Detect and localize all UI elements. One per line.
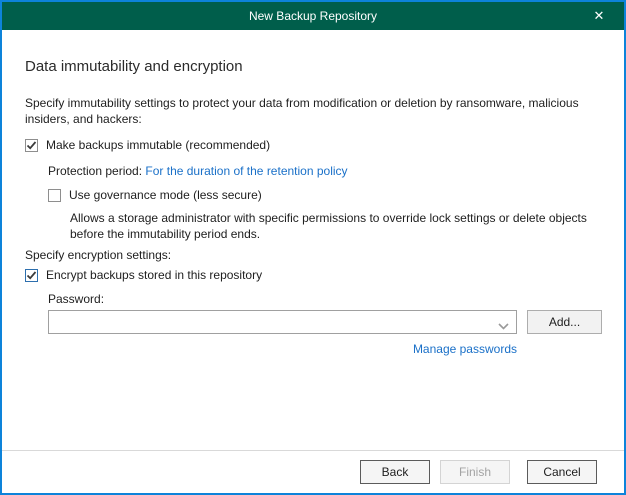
protection-period-row: Protection period: For the duration of t… xyxy=(48,164,348,178)
encrypt-backups-checkbox-row: Encrypt backups stored in this repositor… xyxy=(25,268,262,282)
password-combobox[interactable] xyxy=(48,310,517,334)
encrypt-backups-checkbox[interactable] xyxy=(25,269,38,282)
window-title: New Backup Repository xyxy=(249,9,377,23)
make-backups-immutable-checkbox-row: Make backups immutable (recommended) xyxy=(25,138,270,152)
password-row: Add... xyxy=(48,310,602,334)
immutability-intro-text: Specify immutability settings to protect… xyxy=(25,95,607,127)
checkmark-icon xyxy=(26,270,37,281)
close-button[interactable]: ✕ xyxy=(582,2,616,30)
back-button[interactable]: Back xyxy=(360,460,430,484)
title-bar: New Backup Repository ✕ xyxy=(2,2,624,30)
governance-description: Allows a storage administrator with spec… xyxy=(70,210,604,242)
encryption-section-label: Specify encryption settings: xyxy=(25,248,171,262)
cancel-button[interactable]: Cancel xyxy=(527,460,597,484)
protection-period-link[interactable]: For the duration of the retention policy xyxy=(145,164,347,178)
finish-button[interactable]: Finish xyxy=(440,460,510,484)
governance-mode-checkbox-row: Use governance mode (less secure) xyxy=(48,188,262,202)
dialog-window: New Backup Repository ✕ Data immutabilit… xyxy=(0,0,626,495)
password-label: Password: xyxy=(48,292,104,306)
protection-period-label: Protection period: xyxy=(48,164,142,178)
checkmark-icon xyxy=(26,140,37,151)
governance-mode-checkbox[interactable] xyxy=(48,189,61,202)
dialog-content: Data immutability and encryption Specify… xyxy=(2,30,624,450)
make-backups-immutable-checkbox[interactable] xyxy=(25,139,38,152)
password-input[interactable] xyxy=(49,311,490,333)
manage-passwords-row: Manage passwords xyxy=(48,342,517,356)
encrypt-backups-label: Encrypt backups stored in this repositor… xyxy=(46,268,262,282)
manage-passwords-link[interactable]: Manage passwords xyxy=(413,342,517,356)
governance-mode-label: Use governance mode (less secure) xyxy=(69,188,262,202)
footer-bar: Back Finish Cancel xyxy=(2,450,624,493)
add-password-button[interactable]: Add... xyxy=(527,310,602,334)
close-icon: ✕ xyxy=(594,8,605,24)
page-title: Data immutability and encryption xyxy=(25,58,243,75)
make-backups-immutable-label: Make backups immutable (recommended) xyxy=(46,138,270,152)
chevron-down-icon[interactable] xyxy=(498,319,509,333)
